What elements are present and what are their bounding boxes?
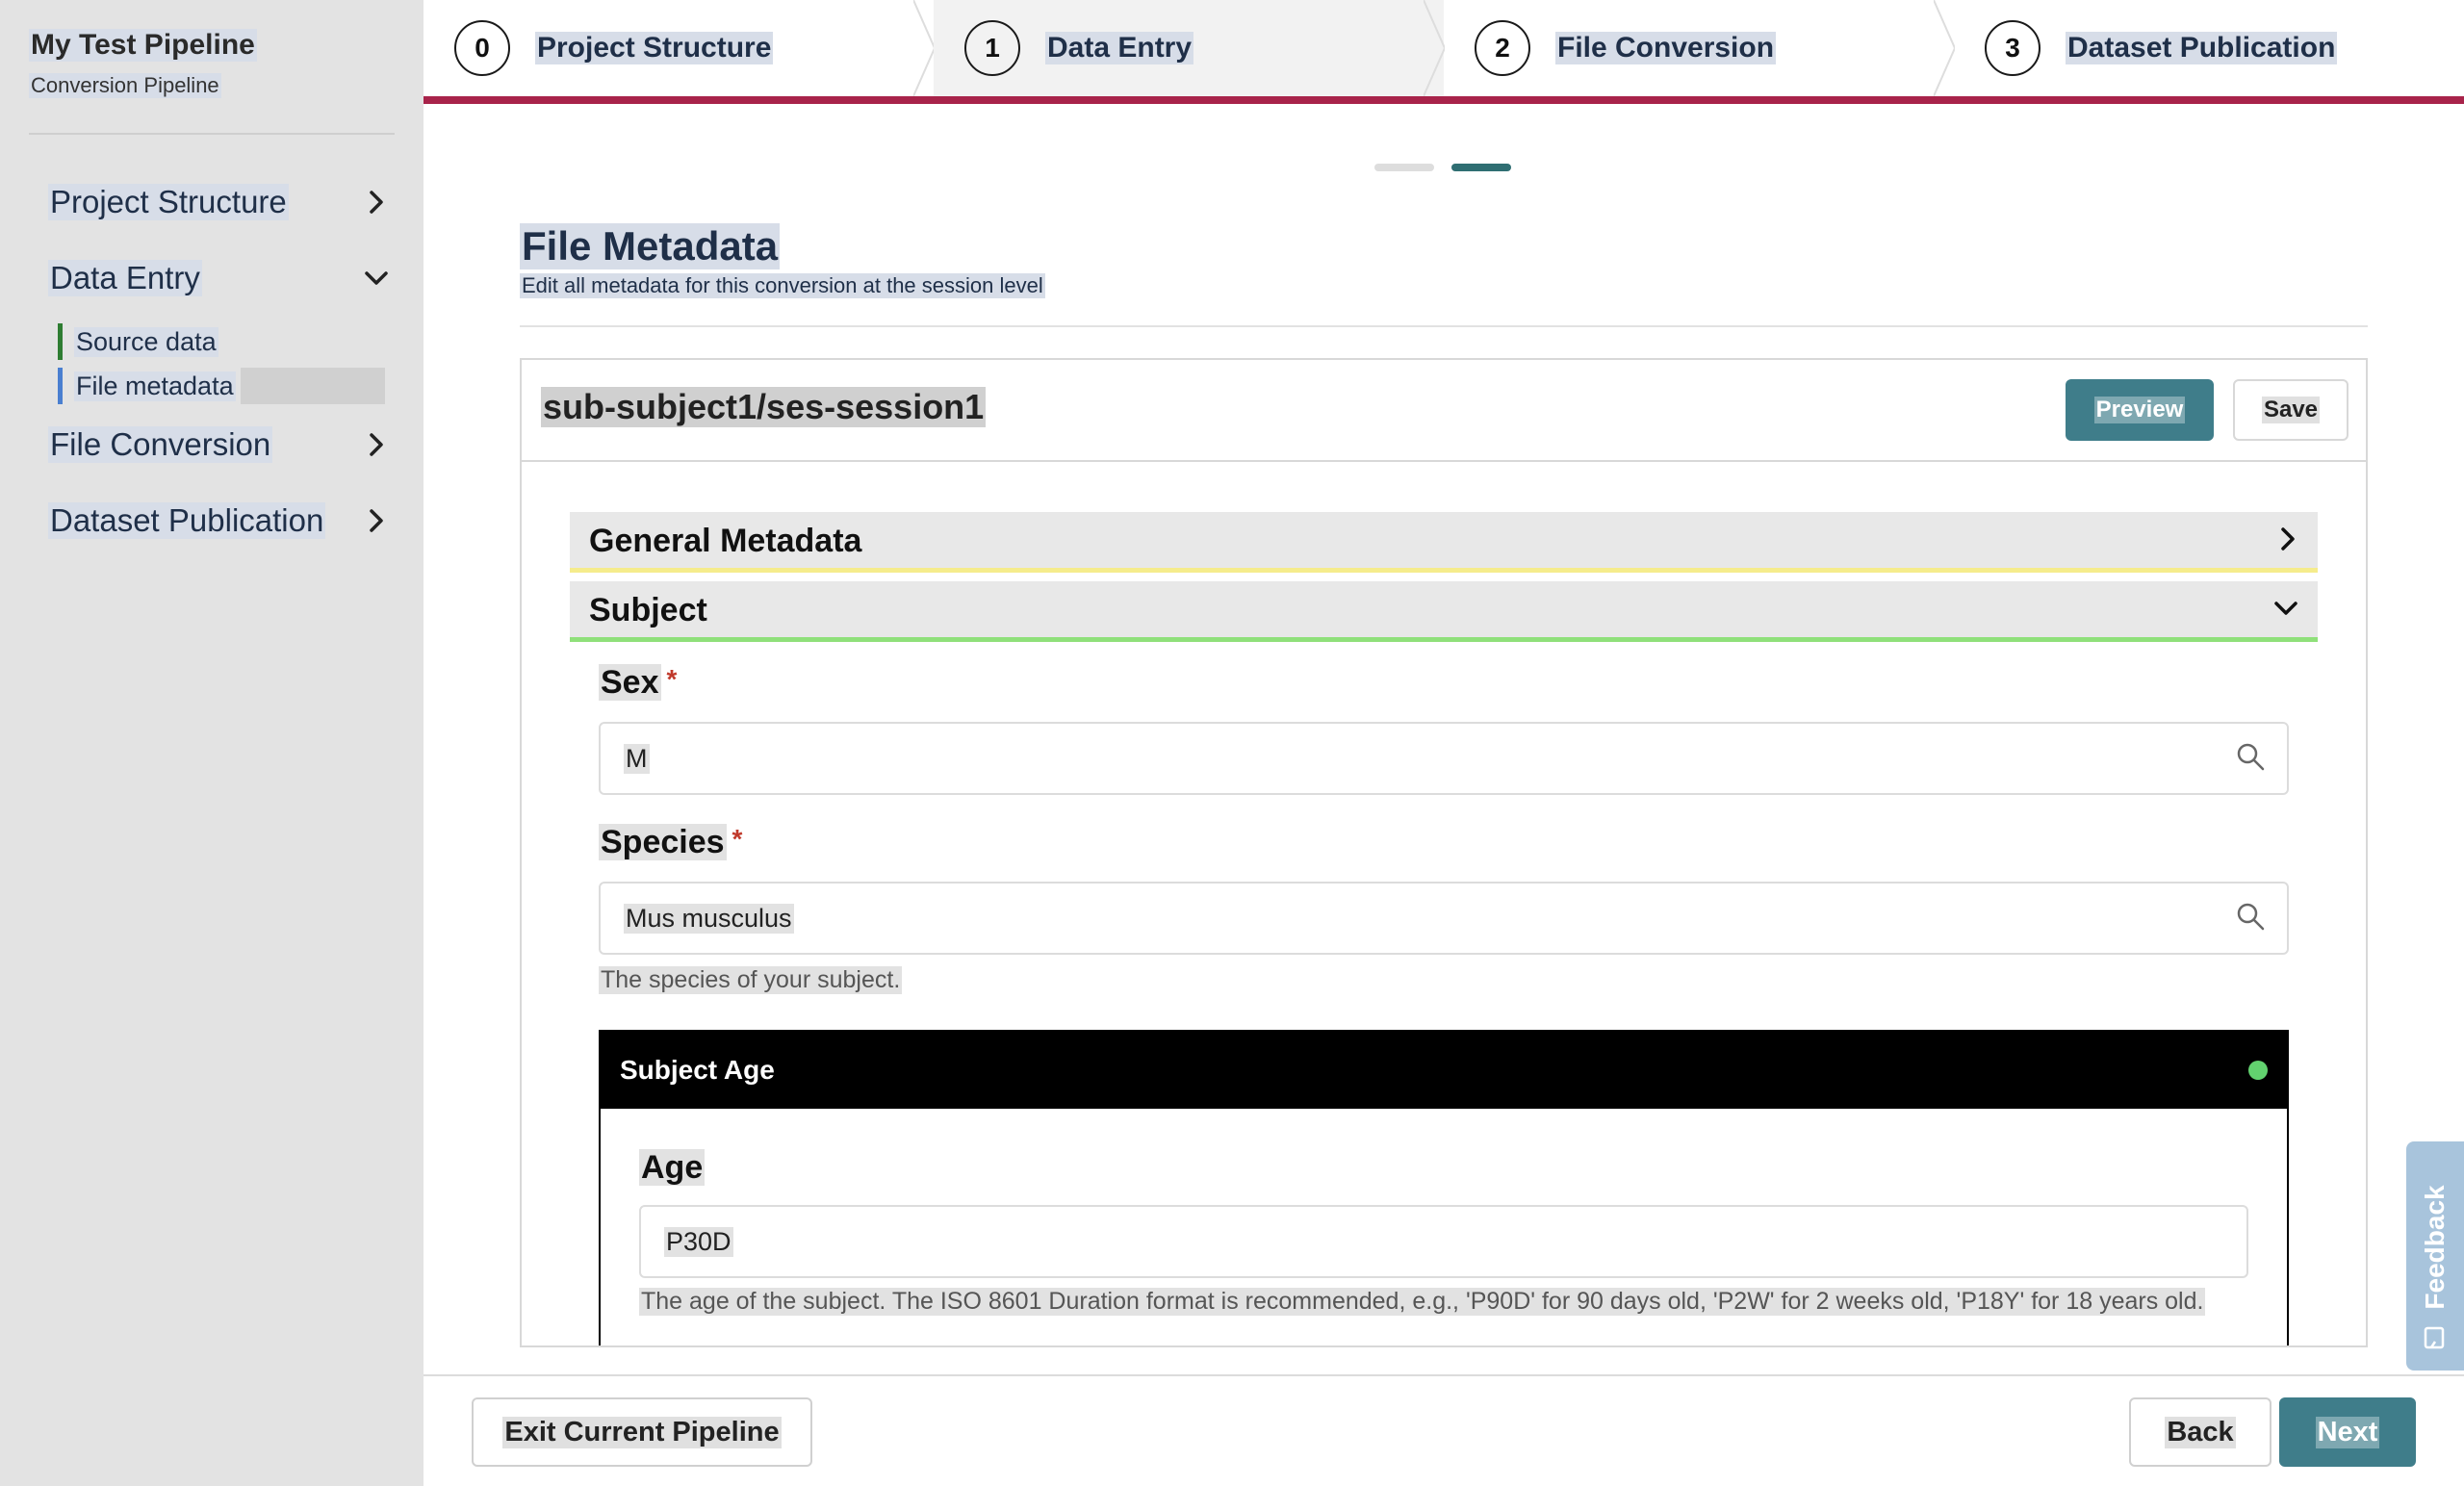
exit-pipeline-button[interactable]: Exit Current Pipeline [472,1397,812,1467]
sex-label: Sex * [599,664,677,702]
stepper-underline [424,96,2464,104]
sidebar-subitem-label: Source data [74,326,218,357]
species-help-text: The species of your subject. [599,966,903,994]
chevron-right-icon [2277,526,2298,556]
pipeline-title: My Test Pipeline [29,29,257,62]
back-button-label: Back [2165,1416,2236,1448]
accordion-subject[interactable]: Subject [570,581,2318,639]
sidebar-item-label: Project Structure [48,184,289,220]
step-file-conversion[interactable]: 2 File Conversion [1444,0,1955,96]
accordion-general-metadata[interactable]: General Metadata [570,512,2318,570]
step-number: 1 [964,20,1020,76]
sidebar-item-dataset-publication[interactable]: Dataset Publication [48,497,395,545]
sidebar-item-label: Data Entry [48,260,202,296]
sidebar-subitem-marker [58,368,63,404]
save-button[interactable]: Save [2233,379,2348,441]
panel-header: sub-subject1/ses-session1 Preview Save [522,360,2366,462]
page-subtitle: Edit all metadata for this conversion at… [520,273,1045,298]
progress-stepper: 0 Project Structure 1 Data Entry 2 File … [424,0,2464,96]
step-number: 2 [1475,20,1530,76]
chevron-right-icon [358,502,395,539]
age-input[interactable]: P30D [639,1205,2248,1278]
sidebar: My Test Pipeline Conversion Pipeline Pro… [0,0,424,1486]
age-label: Age [639,1149,706,1187]
title-divider [520,325,2368,327]
accordion-label: Subject [589,591,707,628]
back-button[interactable]: Back [2129,1397,2272,1467]
species-label: Species * [599,824,742,861]
sidebar-subitem-source-data[interactable]: Source data [58,323,385,360]
next-button-label: Next [2315,1416,2380,1448]
pager-dot-1[interactable] [1374,164,1434,171]
sidebar-subitem-marker [58,323,63,360]
step-label: Project Structure [535,32,774,64]
species-value: Mus musculus [624,903,794,934]
sidebar-divider [29,133,395,135]
step-label: Data Entry [1045,32,1194,64]
sidebar-item-data-entry[interactable]: Data Entry [48,254,395,302]
page-title: File Metadata [520,223,781,269]
sidebar-item-file-conversion[interactable]: File Conversion [48,421,395,469]
search-icon[interactable] [2235,741,2266,777]
chevron-right-icon [358,426,395,463]
species-input[interactable]: Mus musculus [599,882,2289,955]
pipeline-subtitle: Conversion Pipeline [29,73,221,98]
step-dataset-publication[interactable]: 3 Dataset Publication [1954,0,2464,96]
step-separator-icon [1934,0,1955,96]
sex-input[interactable]: M [599,722,2289,795]
age-help-text: The age of the subject. The ISO 8601 Dur… [639,1288,2206,1316]
required-asterisk: * [666,664,678,694]
accordion-status-bar [570,568,2318,573]
step-data-entry[interactable]: 1 Data Entry [934,0,1445,96]
step-number: 0 [454,20,510,76]
chevron-down-icon [358,260,395,296]
footer-divider [424,1374,2464,1376]
chevron-right-icon [358,184,395,220]
subject-age-title: Subject Age [620,1055,775,1085]
step-label: File Conversion [1555,32,1777,64]
sidebar-subitem-file-metadata[interactable]: File metadata [58,368,385,404]
sex-value: M [624,743,650,774]
session-name: sub-subject1/ses-session1 [541,387,987,427]
required-asterisk: * [732,824,743,854]
feedback-label: Feedback [2420,1185,2450,1310]
field-label-text: Species [599,824,727,860]
subject-age-header[interactable]: Subject Age [601,1032,2287,1109]
search-icon[interactable] [2235,901,2266,936]
field-label-text: Age [639,1149,706,1186]
save-button-label: Save [2261,397,2321,423]
step-separator-icon [1424,0,1445,96]
exit-button-label: Exit Current Pipeline [502,1416,782,1448]
step-number: 3 [1985,20,2040,76]
step-separator-icon [913,0,935,96]
sidebar-item-project-structure[interactable]: Project Structure [48,178,395,226]
accordion-label: General Metadata [589,522,862,559]
sidebar-item-label: Dataset Publication [48,502,326,539]
chevron-down-icon [2273,598,2298,624]
preview-button[interactable]: Preview [2066,379,2214,441]
feedback-tab[interactable]: Feedback [2406,1141,2464,1371]
pager-dot-2-active[interactable] [1451,164,1511,171]
step-label: Dataset Publication [2066,32,2338,64]
field-label-text: Sex [599,664,661,701]
status-indicator [2248,1061,2268,1080]
session-metadata-panel: sub-subject1/ses-session1 Preview Save G… [520,358,2368,1347]
age-value: P30D [664,1226,733,1257]
feedback-icon [2424,1326,2445,1349]
subject-age-card: Subject Age Age P30D The age of the subj… [599,1030,2289,1345]
preview-button-label: Preview [2093,397,2186,423]
sidebar-item-label: File Conversion [48,426,273,463]
sidebar-subitem-label: File metadata [74,371,236,401]
next-button[interactable]: Next [2279,1397,2416,1467]
step-project-structure[interactable]: 0 Project Structure [424,0,935,96]
accordion-status-bar [570,637,2318,642]
